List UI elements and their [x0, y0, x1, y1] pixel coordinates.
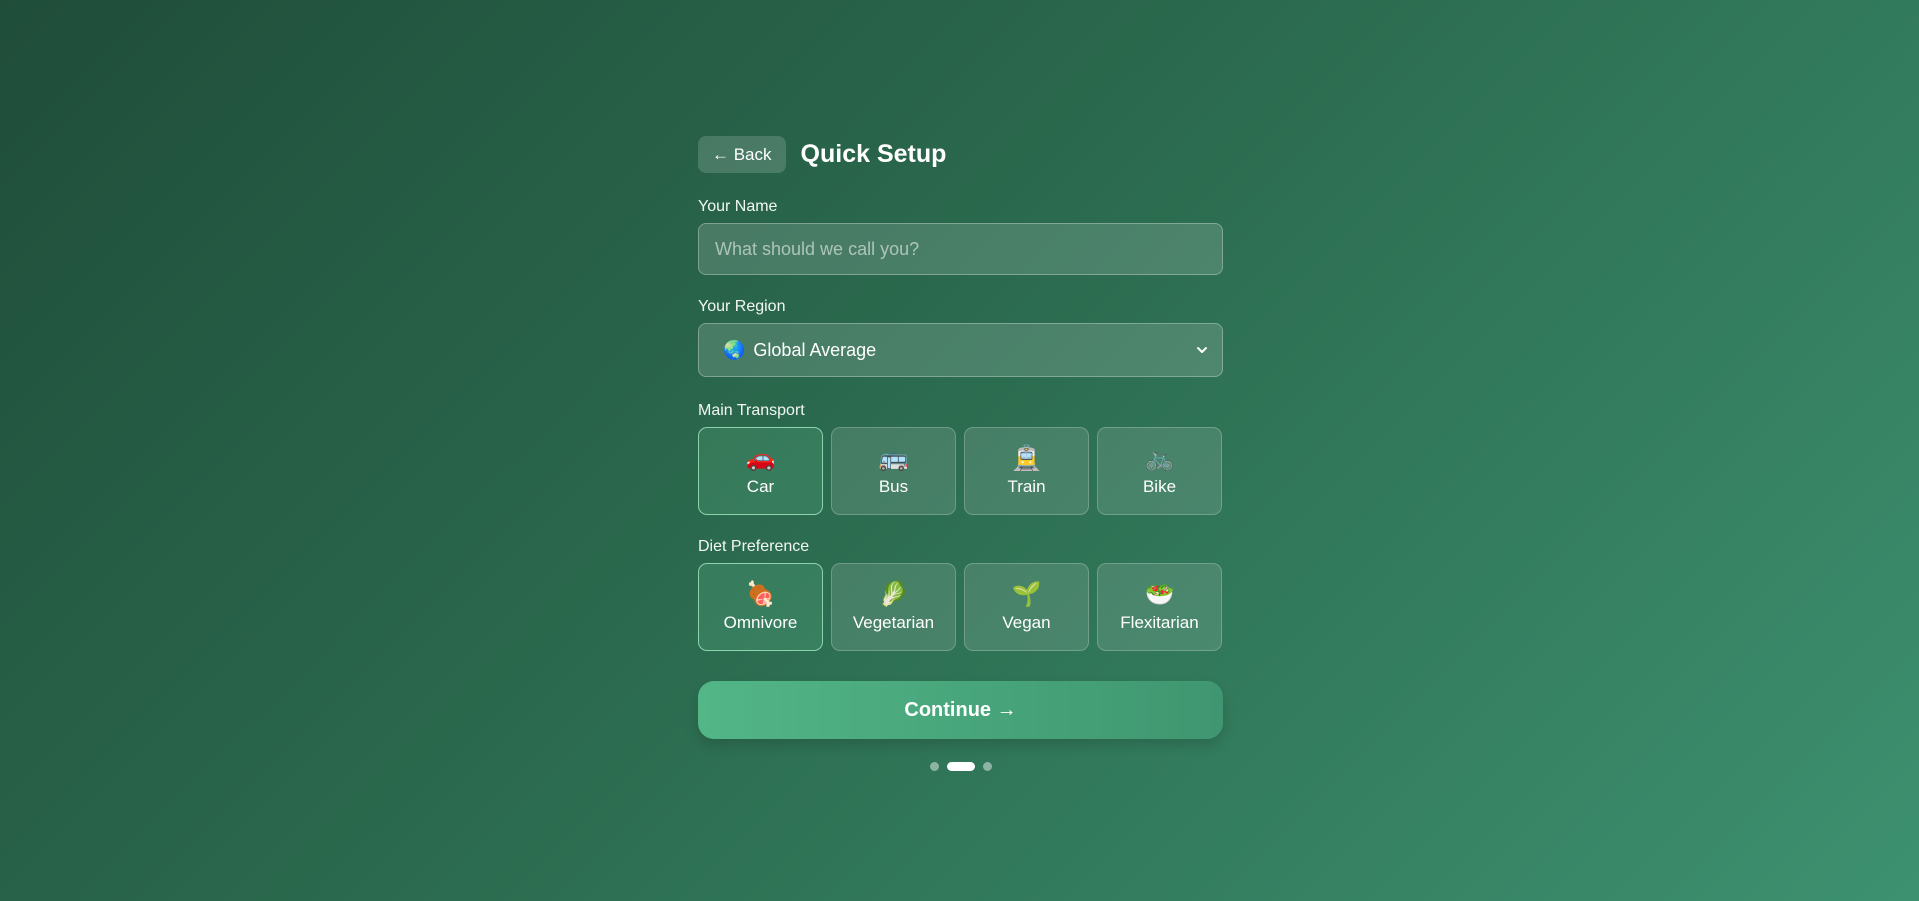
transport-option-label: Bike [1142, 477, 1177, 496]
page-dot-2-active [946, 762, 975, 771]
car-icon: 🚗 [745, 445, 776, 472]
setup-form: ← Back Quick Setup Your Name Your Region… [698, 136, 1223, 771]
continue-button[interactable]: Continue → [698, 681, 1223, 739]
page-dot-3 [982, 762, 992, 771]
diet-option-label: Vegetarian [852, 613, 935, 632]
pagination-dots [698, 762, 1223, 771]
diet-option-vegetarian[interactable]: 🥬 Vegetarian [831, 563, 956, 651]
diet-option-label: Omnivore [723, 613, 798, 632]
transport-option-label: Car [746, 477, 775, 496]
name-label: Your Name [698, 198, 778, 215]
region-label: Your Region [698, 298, 786, 315]
diet-option-vegan[interactable]: 🌱 Vegan [964, 563, 1089, 651]
transport-label: Main Transport [698, 402, 805, 419]
region-select[interactable]: 🌏 Global Average [698, 323, 1223, 377]
train-icon: 🚊 [1011, 445, 1042, 472]
transport-option-label: Bus [878, 477, 909, 496]
diet-option-label: Flexitarian [1120, 613, 1199, 632]
transport-option-car[interactable]: 🚗 Car [698, 427, 823, 515]
bike-icon: 🚲 [1144, 445, 1175, 472]
chevron-down-icon [1197, 347, 1207, 353]
bus-icon: 🚌 [878, 445, 909, 472]
diet-option-omnivore[interactable]: 🍖 Omnivore [698, 563, 823, 651]
region-selected-value: Global Average [753, 339, 877, 360]
back-button[interactable]: ← Back [698, 136, 786, 173]
diet-option-label: Vegan [1002, 613, 1051, 632]
transport-option-label: Train [1007, 477, 1046, 496]
seedling-icon: 🌱 [1011, 581, 1042, 608]
diet-option-flexitarian[interactable]: 🥗 Flexitarian [1097, 563, 1222, 651]
transport-option-train[interactable]: 🚊 Train [964, 427, 1089, 515]
salad-icon: 🥗 [1144, 581, 1175, 608]
page-dot-1 [929, 762, 939, 771]
meat-icon: 🍖 [745, 581, 776, 608]
header: ← Back Quick Setup [698, 136, 1223, 173]
name-input[interactable] [698, 223, 1223, 275]
globe-icon: 🌏 [723, 339, 746, 360]
page-title: Quick Setup [800, 140, 947, 168]
leafy-greens-icon: 🥬 [878, 581, 909, 608]
diet-options: 🍖 Omnivore 🥬 Vegetarian 🌱 Vegan 🥗 Flexit… [698, 563, 1223, 651]
transport-options: 🚗 Car 🚌 Bus 🚊 Train 🚲 Bike [698, 427, 1223, 515]
transport-option-bike[interactable]: 🚲 Bike [1097, 427, 1222, 515]
transport-option-bus[interactable]: 🚌 Bus [831, 427, 956, 515]
diet-label: Diet Preference [698, 538, 810, 555]
